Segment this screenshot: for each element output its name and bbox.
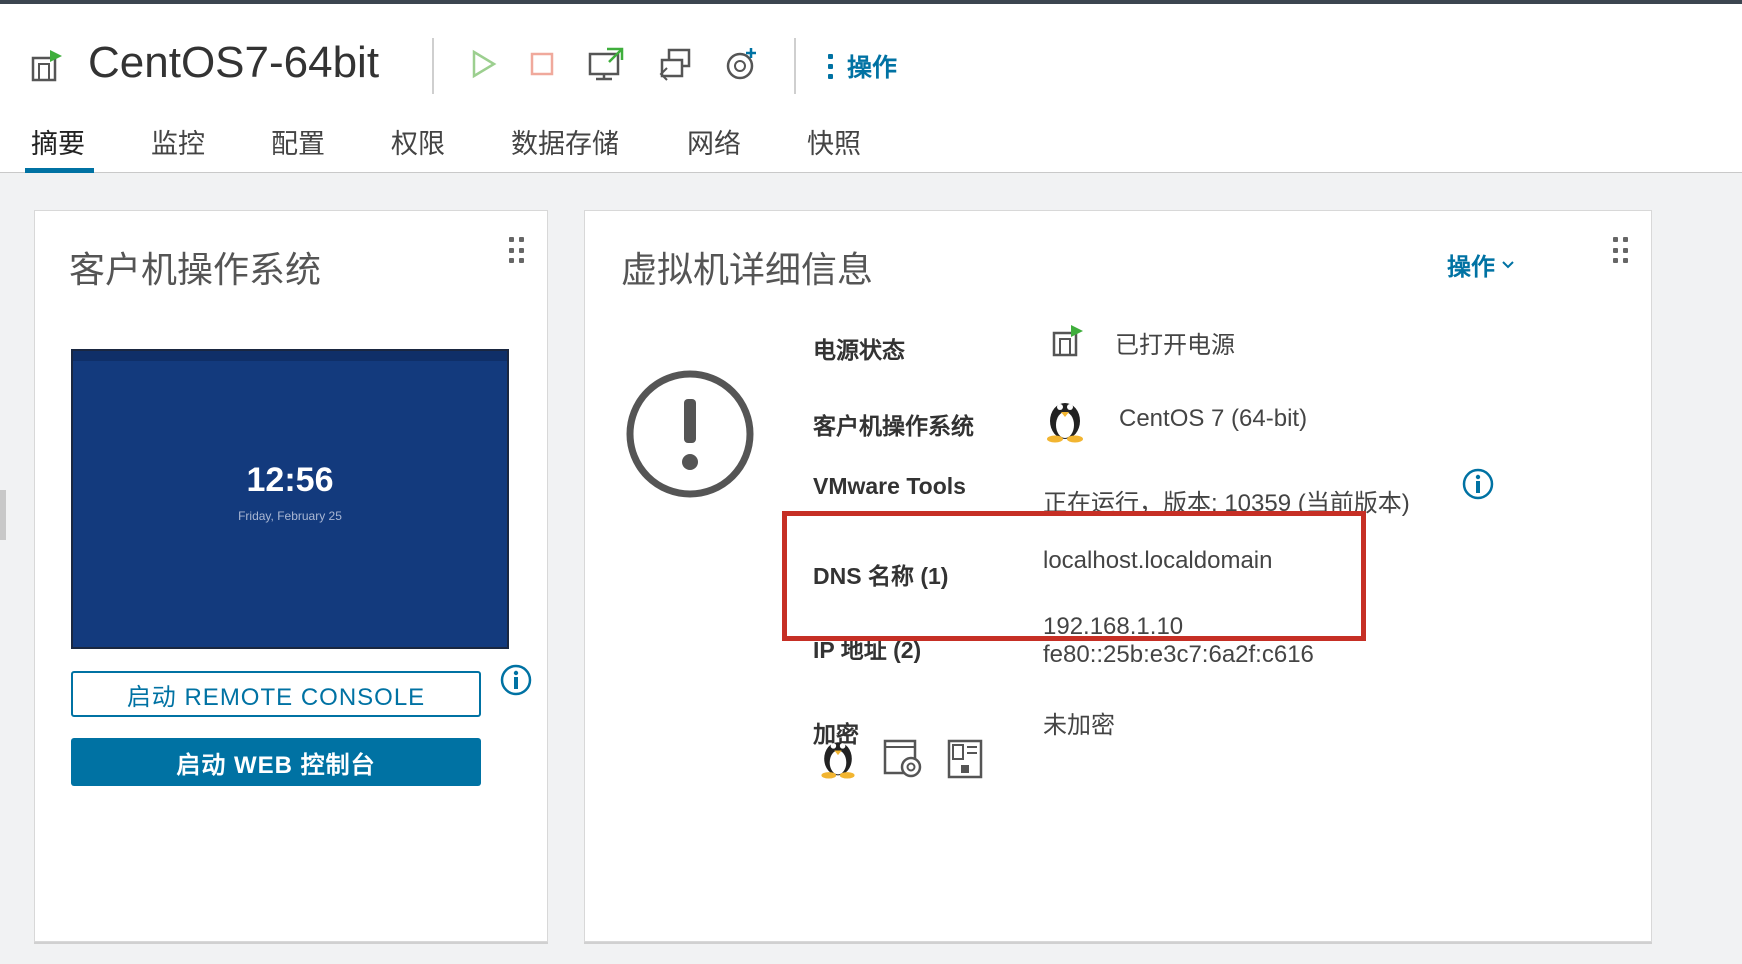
- migrate-button[interactable]: [654, 42, 698, 86]
- active-tab-indicator: [25, 168, 94, 173]
- vm-settings-gear-icon: [883, 739, 922, 778]
- console-top-bar: [73, 351, 507, 361]
- console-clock: 12:56: [246, 461, 334, 499]
- vm-details-card: 虚拟机详细信息 操作 电源状态 已打开电源 客户机操作系统 CentOS 7 (…: [584, 210, 1652, 942]
- tab-permissions[interactable]: 权限: [391, 122, 445, 161]
- snapshot-icon: [726, 48, 756, 80]
- powered-on-icon: [1052, 325, 1083, 357]
- toolbar-separator: [794, 38, 796, 94]
- tab-snapshots[interactable]: 快照: [807, 122, 861, 161]
- vm-header: CentOS7-64bit 操作 摘要 监控 配置 权限 数据存储 网络 快照: [0, 4, 1742, 173]
- vm-actions-label: 操作: [847, 54, 898, 82]
- power-state-label: 电源状态: [813, 337, 905, 363]
- console-monitor-icon: [588, 47, 624, 81]
- console-preview[interactable]: 12:56 Friday, February 25: [71, 349, 509, 649]
- linux-penguin-icon: [1047, 403, 1083, 443]
- vm-details-card-title: 虚拟机详细信息: [621, 249, 874, 290]
- tab-summary[interactable]: 摘要: [31, 122, 85, 161]
- warning-exclamation-icon: [626, 370, 754, 498]
- info-icon[interactable]: [1461, 467, 1495, 501]
- tab-monitor[interactable]: 监控: [151, 122, 205, 161]
- launch-console-button[interactable]: [584, 42, 628, 86]
- vm-powered-on-icon: [31, 50, 62, 82]
- vm-name-title: CentOS7-64bit: [88, 38, 380, 87]
- guest-os-label: 客户机操作系统: [813, 413, 974, 439]
- migrate-icon: [659, 48, 691, 81]
- linux-penguin-icon: [821, 742, 855, 779]
- vmware-tools-label: VMware Tools: [813, 473, 966, 499]
- console-date: Friday, February 25: [238, 509, 342, 523]
- toolbar-separator: [432, 38, 434, 94]
- network-info-highlight-box: [782, 511, 1366, 641]
- guest-os-card: 客户机操作系统 12:56 Friday, February 25 启动 REM…: [34, 210, 548, 942]
- encryption-value: 未加密: [1043, 712, 1115, 739]
- drag-grip-icon[interactable]: [1613, 237, 1629, 265]
- guest-os-value: CentOS 7 (64-bit): [1119, 405, 1308, 432]
- ipv6-address-value: fe80::25b:e3c7:6a2f:c616: [1043, 641, 1314, 668]
- vertical-ellipsis-icon: [828, 53, 833, 79]
- info-icon[interactable]: [499, 663, 533, 697]
- power-off-button[interactable]: [520, 42, 564, 86]
- tab-networks[interactable]: 网络: [687, 122, 741, 161]
- tab-datastores[interactable]: 数据存储: [511, 122, 619, 161]
- power-state-value: 已打开电源: [1115, 332, 1235, 359]
- chevron-down-icon: [1502, 260, 1514, 268]
- vm-details-actions-dropdown[interactable]: 操作: [1447, 247, 1515, 282]
- launch-web-console-button[interactable]: 启动 WEB 控制台: [71, 738, 481, 786]
- vm-actions-menu[interactable]: 操作: [828, 48, 897, 84]
- drag-grip-icon[interactable]: [509, 237, 525, 265]
- snapshot-button[interactable]: [720, 42, 764, 86]
- stop-icon: [530, 52, 554, 76]
- guest-os-card-title: 客户机操作系统: [69, 249, 322, 290]
- tab-configure[interactable]: 配置: [271, 122, 325, 161]
- left-edge-handle: [0, 490, 6, 540]
- launch-remote-console-button[interactable]: 启动 REMOTE CONSOLE: [71, 671, 481, 717]
- play-icon: [472, 49, 497, 79]
- vm-details-actions-label: 操作: [1447, 254, 1495, 281]
- vm-document-icon: [947, 739, 983, 779]
- power-on-button[interactable]: [462, 42, 506, 86]
